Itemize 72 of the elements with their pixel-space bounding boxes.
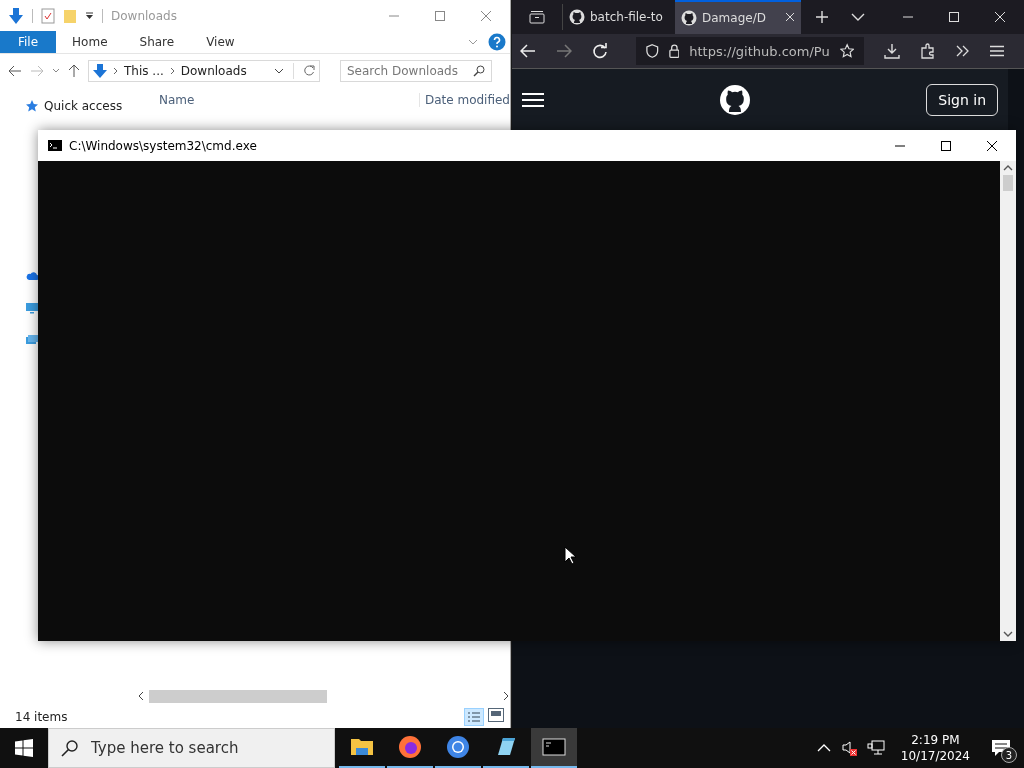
search-bar[interactable]: Type here to search	[48, 728, 335, 768]
tab-list-icon[interactable]	[529, 10, 545, 24]
overflow-chevrons-icon[interactable]	[956, 45, 970, 57]
search-field[interactable]: Search Downloads	[340, 60, 492, 82]
scroll-right-icon[interactable]	[502, 691, 510, 701]
github-icon	[569, 9, 585, 25]
monitor-icon[interactable]	[26, 302, 38, 314]
network-icon[interactable]	[866, 740, 885, 756]
scrollbar-thumb[interactable]	[148, 689, 327, 703]
extensions-icon[interactable]	[920, 43, 936, 59]
download-icon	[93, 63, 107, 79]
mouse-cursor-icon	[564, 546, 576, 565]
taskbar-app-button[interactable]	[531, 728, 577, 768]
browser-tab[interactable]: Damage/D	[675, 0, 801, 34]
console-icon	[48, 140, 62, 151]
speaker-muted-icon[interactable]	[840, 740, 857, 756]
window-title: C:\Windows\system32\cmd.exe	[69, 138, 258, 153]
properties-icon[interactable]	[41, 7, 55, 24]
browser-tab[interactable]: batch-file-to	[563, 0, 675, 34]
new-tab-icon[interactable]	[815, 10, 829, 24]
url-field[interactable]: https://github.com/Pu	[636, 37, 864, 65]
scrollbar-thumb[interactable]	[1003, 175, 1013, 191]
dropdown-icon[interactable]	[85, 11, 94, 20]
windows-start-icon[interactable]	[15, 739, 33, 757]
chevron-right-icon	[169, 66, 175, 75]
browser-icon	[446, 735, 470, 759]
chevron-right-icon	[113, 66, 118, 75]
address-bar[interactable]: This ... Downloads	[88, 60, 320, 82]
github-icon	[681, 10, 697, 26]
up-arrow-icon[interactable]	[68, 64, 80, 78]
sign-in-button[interactable]: Sign in	[926, 84, 998, 116]
back-arrow-icon[interactable]	[8, 65, 22, 77]
breadcrumb-item[interactable]: Downloads	[180, 64, 247, 78]
refresh-icon[interactable]	[303, 65, 315, 77]
menu-icon[interactable]	[990, 45, 1004, 57]
notification-badge: 3	[1001, 747, 1017, 763]
console-icon	[542, 735, 566, 759]
cloud-icon[interactable]	[26, 270, 38, 282]
firefox-icon	[398, 735, 422, 759]
window-title: Downloads	[111, 8, 178, 23]
ribbon-tab[interactable]: Home	[56, 31, 124, 53]
column-header[interactable]: Name	[136, 93, 419, 107]
star-icon[interactable]	[26, 100, 38, 112]
maximize-button[interactable]	[940, 139, 952, 152]
help-icon[interactable]	[488, 33, 506, 51]
chevron-up-icon[interactable]	[816, 744, 831, 752]
ribbon-tab[interactable]: View	[190, 31, 251, 53]
reload-icon[interactable]	[592, 43, 608, 59]
chevron-down-icon[interactable]	[274, 67, 284, 75]
column-header[interactable]: Date modified	[418, 93, 510, 107]
breadcrumb-item[interactable]: This ...	[124, 64, 164, 78]
close-button[interactable]	[986, 139, 998, 152]
scroll-down-icon[interactable]	[1003, 631, 1013, 638]
bookmark-star-icon[interactable]	[839, 43, 854, 59]
scroll-up-icon[interactable]	[1003, 164, 1013, 171]
close-tab-icon[interactable]	[785, 12, 795, 22]
search-field[interactable]: Type here to search	[91, 739, 331, 757]
nav-item[interactable]: Quick access	[44, 99, 123, 113]
github-logo-icon[interactable]	[719, 84, 752, 116]
status-text: 14 items	[15, 710, 69, 724]
download-icon[interactable]	[8, 6, 24, 25]
shield-icon[interactable]	[646, 43, 659, 59]
ribbon-tab[interactable]: File	[0, 31, 57, 53]
scroll-left-icon[interactable]	[136, 691, 145, 701]
ribbon-tab[interactable]: Share	[123, 31, 191, 53]
forward-arrow-icon[interactable]	[556, 44, 572, 58]
lock-icon[interactable]	[668, 43, 680, 59]
thumbnail-view-icon[interactable]	[488, 708, 504, 722]
search-icon	[61, 739, 79, 757]
clock[interactable]: 2:19 PM 10/17/2024	[894, 732, 976, 764]
download-icon[interactable]	[884, 43, 900, 59]
search-icon	[473, 65, 485, 77]
